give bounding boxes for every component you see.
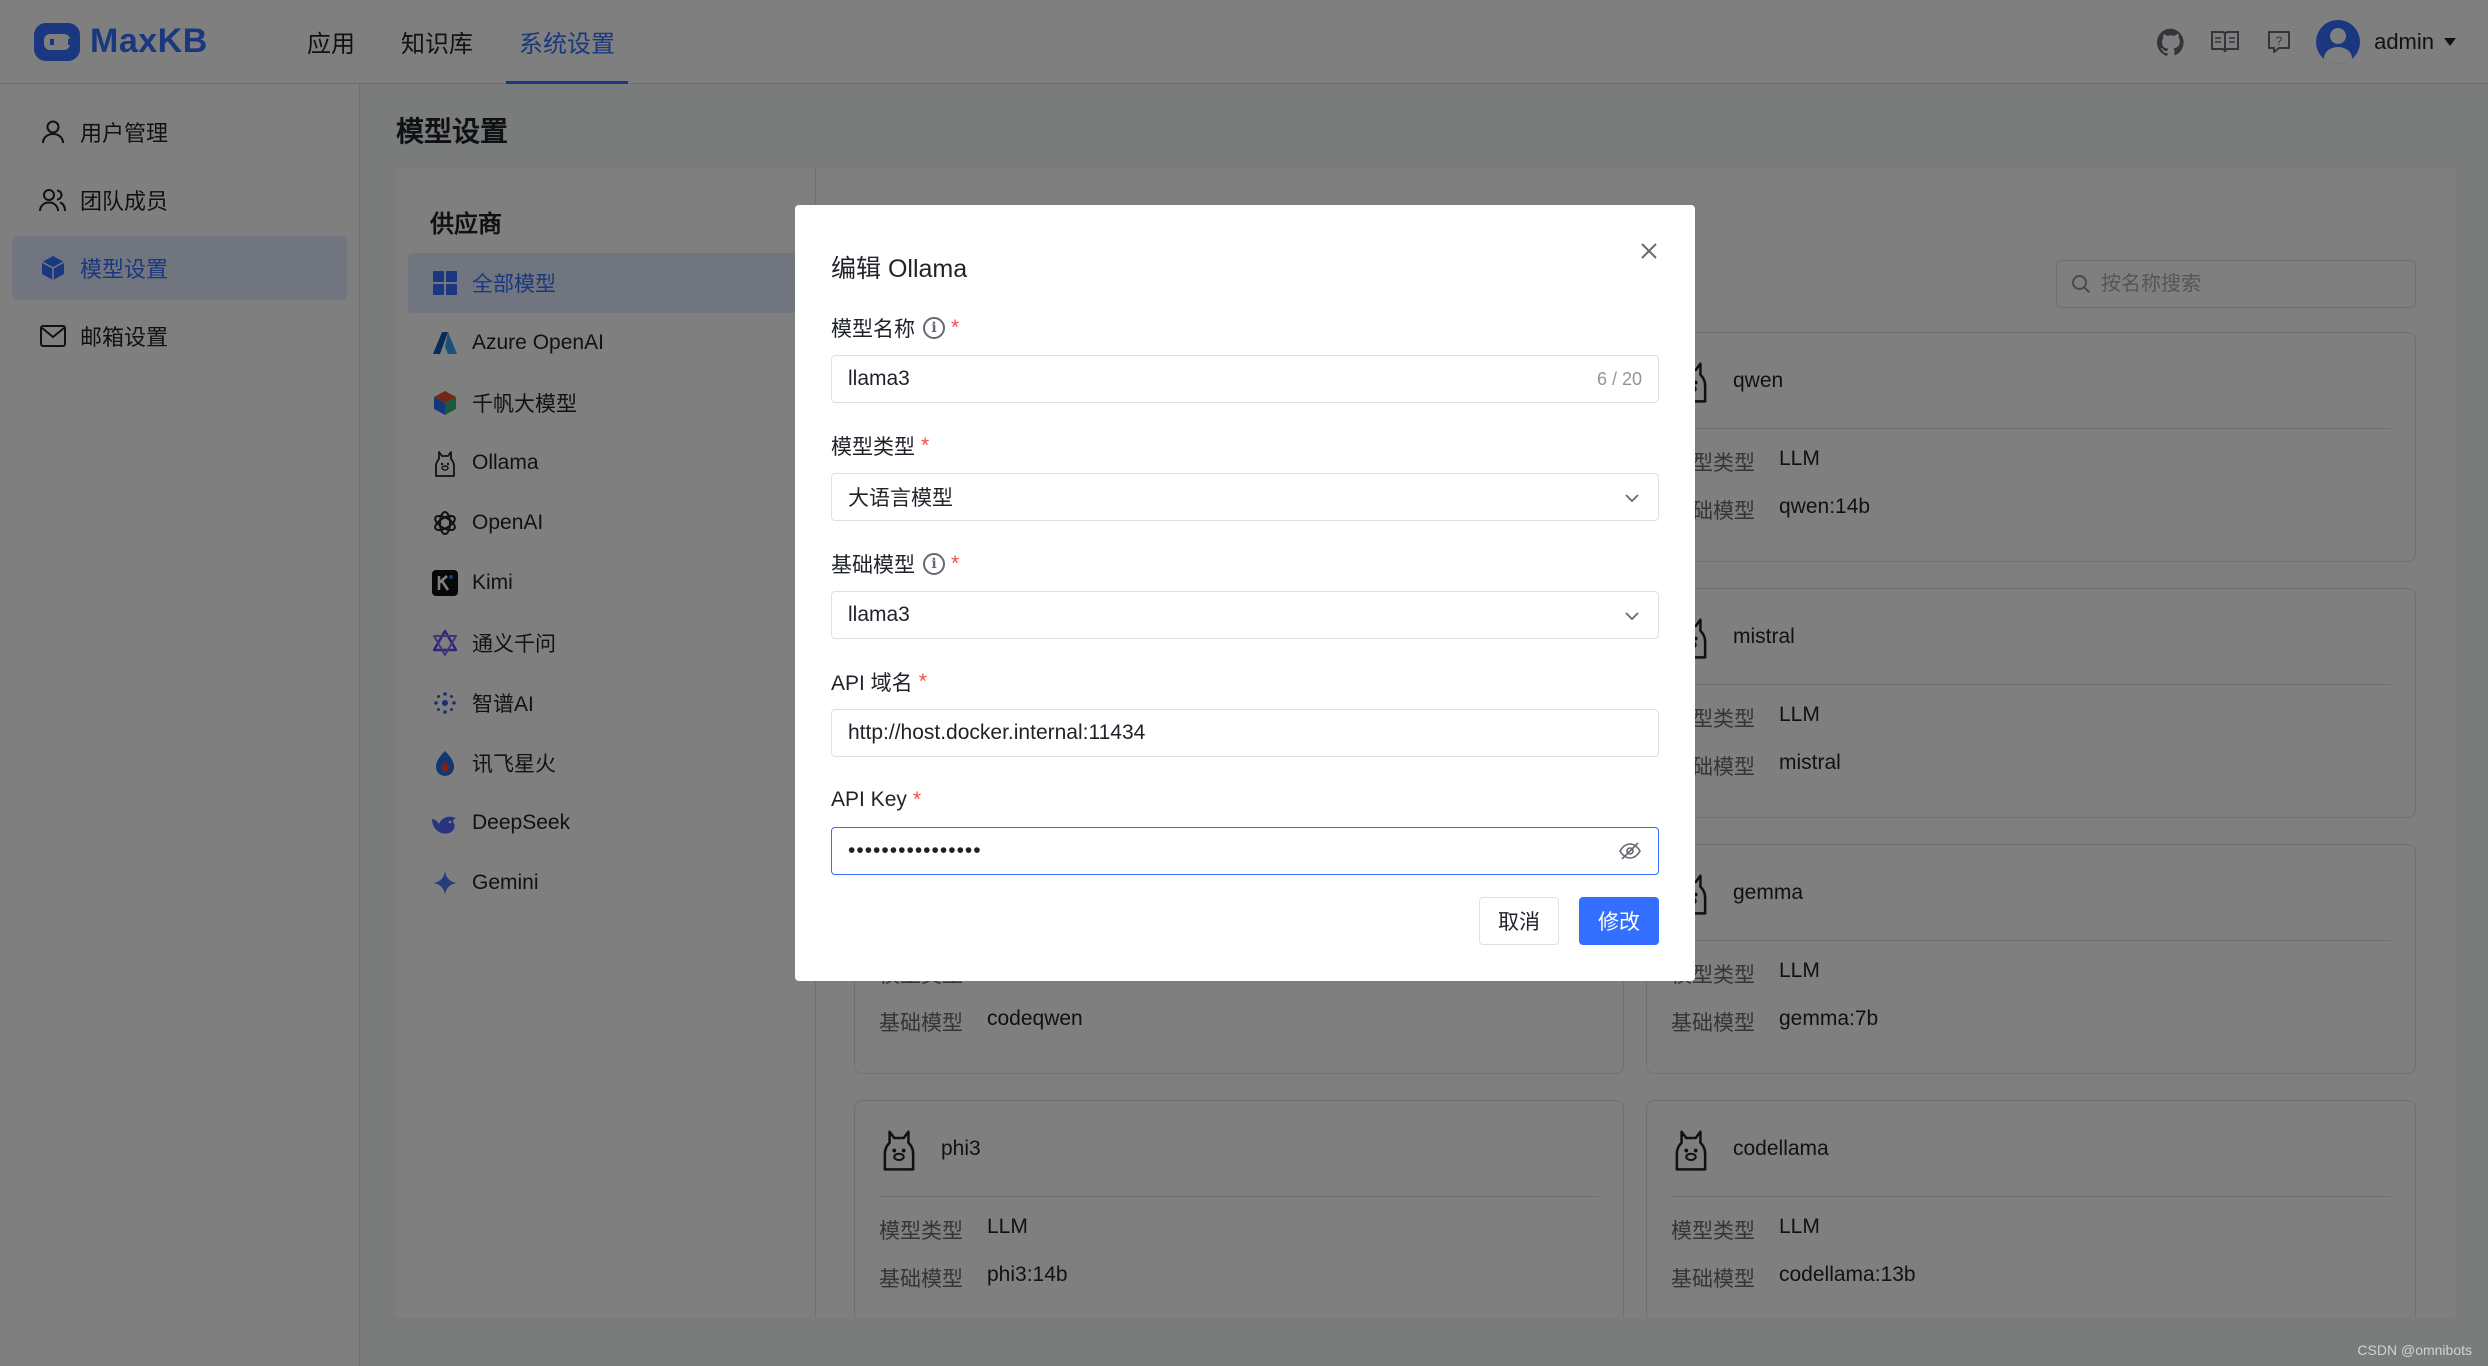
edit-model-dialog: 编辑 Ollama 模型名称 i * llama3 6 / 20 模型类型 * … <box>795 205 1695 981</box>
chevron-down-icon <box>1625 612 1639 621</box>
required-mark: * <box>951 552 960 575</box>
save-button[interactable]: 修改 <box>1579 897 1659 945</box>
close-icon[interactable] <box>1633 235 1665 267</box>
eye-off-icon[interactable] <box>1618 840 1642 862</box>
model-name-value: llama3 <box>848 367 910 390</box>
model-type-label-text: 模型类型 <box>831 436 915 459</box>
cancel-button[interactable]: 取消 <box>1479 897 1559 945</box>
required-mark: * <box>912 788 922 811</box>
required-mark: * <box>951 316 960 339</box>
api-key-label: API Key * <box>831 787 1659 813</box>
base-model-label: 基础模型 i * <box>831 551 1659 577</box>
api-key-label-text: API Key <box>831 788 907 811</box>
base-model-value: llama3 <box>848 603 910 626</box>
model-name-label: 模型名称 i * <box>831 315 1659 341</box>
dialog-title: 编辑 Ollama <box>831 255 968 283</box>
base-model-select[interactable]: llama3 <box>831 591 1659 639</box>
api-key-input[interactable]: •••••••••••••••• <box>831 827 1659 875</box>
info-icon[interactable]: i <box>923 553 945 575</box>
char-counter: 6 / 20 <box>1596 368 1642 389</box>
watermark: CSDN @omnibots <box>2357 1342 2472 1358</box>
model-name-input[interactable]: llama3 6 / 20 <box>831 355 1659 403</box>
api-domain-value: http://host.docker.internal:11434 <box>848 721 1146 744</box>
api-domain-input[interactable]: http://host.docker.internal:11434 <box>831 709 1659 757</box>
model-type-select[interactable]: 大语言模型 <box>831 473 1659 521</box>
chevron-down-icon <box>1625 494 1639 503</box>
model-type-value: 大语言模型 <box>848 487 953 510</box>
dialog-footer: 取消 修改 <box>1459 897 1659 945</box>
api-domain-label-text: API 域名 <box>831 672 913 695</box>
api-key-value: •••••••••••••••• <box>848 839 982 862</box>
api-domain-label: API 域名 * <box>831 669 1659 695</box>
model-name-label-text: 模型名称 <box>831 318 915 341</box>
base-model-label-text: 基础模型 <box>831 554 915 577</box>
required-mark: * <box>918 670 927 693</box>
model-type-label: 模型类型 * <box>831 433 1659 459</box>
info-icon[interactable]: i <box>923 317 945 339</box>
required-mark: * <box>921 434 930 457</box>
